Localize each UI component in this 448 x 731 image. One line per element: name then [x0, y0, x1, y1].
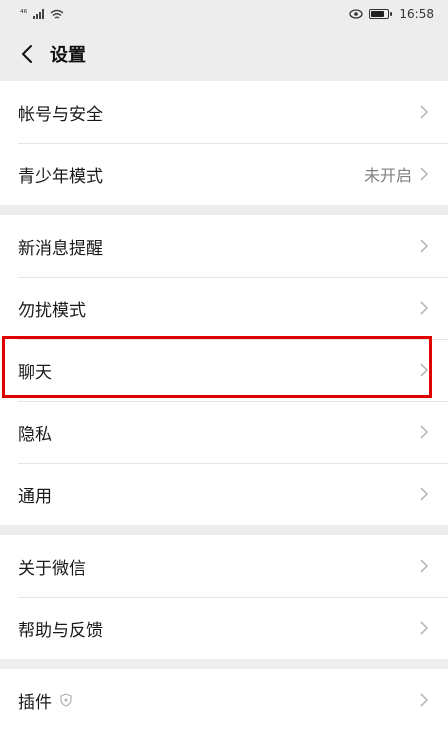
chevron-right-icon [420, 362, 430, 378]
group-separator [0, 525, 448, 535]
settings-item-label: 帮助与反馈 [18, 620, 103, 641]
settings-item-label: 新消息提醒 [18, 238, 103, 259]
settings-item-privacy[interactable]: 隐私 [0, 401, 448, 463]
settings-group-plugins: 插件 [0, 669, 448, 731]
wifi-icon [50, 9, 64, 19]
status-bar: ⁴⁶ 16:58 [0, 0, 448, 28]
signal-icon [33, 9, 45, 19]
group-separator [0, 659, 448, 669]
settings-list: 帐号与安全 青少年模式 未开启 新消息提醒 勿扰模式 聊天 隐私 通用 关于微信… [0, 81, 448, 731]
chevron-right-icon [420, 620, 430, 636]
settings-item-do-not-disturb[interactable]: 勿扰模式 [0, 277, 448, 339]
page-title: 设置 [50, 45, 86, 66]
settings-item-label: 插件 [18, 692, 52, 713]
chevron-right-icon [420, 300, 430, 316]
status-right: 16:58 [349, 7, 434, 21]
chevron-left-icon [22, 45, 32, 63]
chevron-right-icon [420, 486, 430, 502]
chevron-right-icon [420, 558, 430, 574]
settings-item-help-feedback[interactable]: 帮助与反馈 [0, 597, 448, 659]
settings-item-value: 未开启 [363, 166, 412, 185]
chevron-right-icon [420, 238, 430, 254]
settings-item-label: 通用 [18, 486, 52, 507]
settings-group-account: 帐号与安全 青少年模式 未开启 [0, 81, 448, 205]
settings-item-teen-mode[interactable]: 青少年模式 未开启 [0, 143, 448, 205]
carrier-label: ⁴⁶ [20, 9, 28, 19]
settings-item-account-security[interactable]: 帐号与安全 [0, 81, 448, 143]
settings-group-about: 关于微信 帮助与反馈 [0, 535, 448, 659]
group-separator [0, 205, 448, 215]
settings-item-label: 帐号与安全 [18, 104, 103, 125]
chevron-right-icon [420, 166, 430, 182]
battery-icon [369, 9, 393, 19]
settings-item-plugins[interactable]: 插件 [0, 669, 448, 731]
settings-item-label: 聊天 [18, 362, 52, 383]
settings-group-general: 新消息提醒 勿扰模式 聊天 隐私 通用 [0, 215, 448, 525]
chevron-right-icon [420, 104, 430, 120]
settings-item-label: 关于微信 [18, 558, 86, 579]
status-left: ⁴⁶ [20, 9, 64, 20]
chevron-right-icon [420, 424, 430, 440]
back-button[interactable] [16, 43, 38, 65]
settings-item-about-wechat[interactable]: 关于微信 [0, 535, 448, 597]
settings-item-label-wrap: 插件 [18, 688, 420, 713]
settings-item-label: 青少年模式 [18, 166, 103, 187]
eye-icon [349, 9, 364, 19]
chevron-right-icon [420, 692, 430, 708]
settings-item-chat[interactable]: 聊天 [0, 339, 448, 401]
nav-bar: 设置 [0, 28, 448, 80]
settings-item-label: 勿扰模式 [18, 300, 86, 321]
settings-item-label: 隐私 [18, 424, 52, 445]
settings-item-general[interactable]: 通用 [0, 463, 448, 525]
clock: 16:58 [399, 7, 434, 21]
shield-icon [60, 693, 72, 707]
settings-item-new-message-alert[interactable]: 新消息提醒 [0, 215, 448, 277]
